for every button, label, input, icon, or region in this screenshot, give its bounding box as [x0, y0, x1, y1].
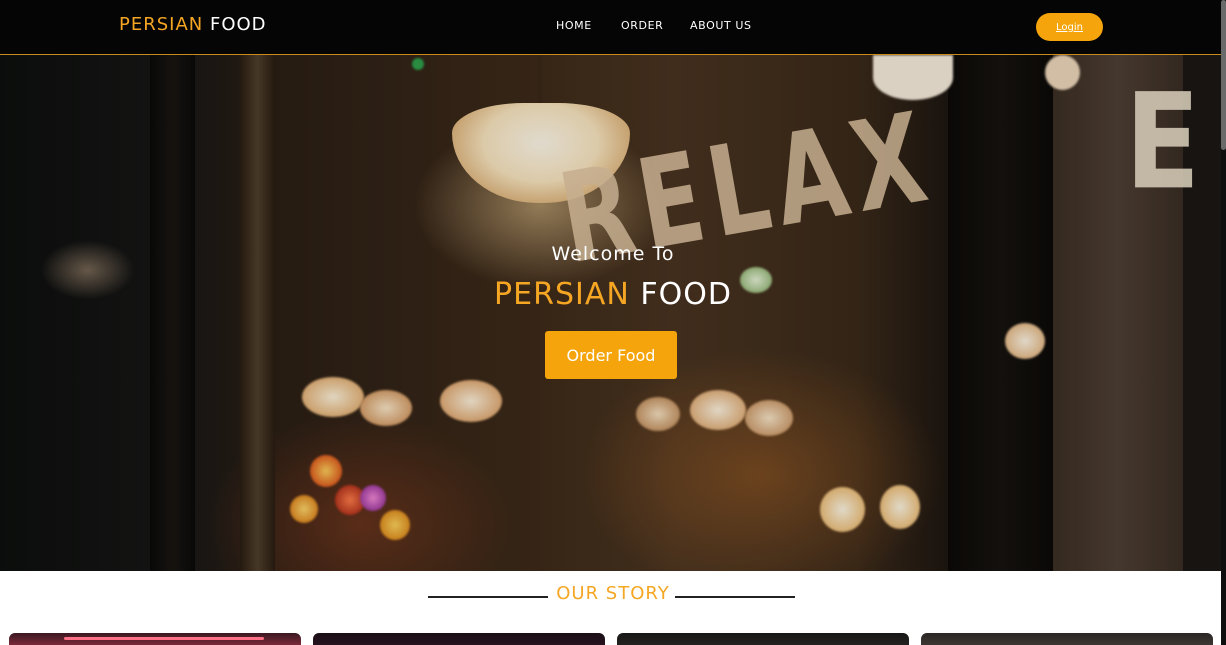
navbar: PERSIAN FOOD HOME ORDER ABOUT US Login — [0, 0, 1226, 55]
brand-part-food: FOOD — [209, 14, 267, 35]
story-card-2[interactable] — [313, 633, 605, 645]
our-story-heading: OUR STORY — [556, 583, 670, 604]
story-card-4[interactable] — [921, 633, 1213, 645]
nav-home[interactable]: HOME — [556, 19, 592, 32]
hero-welcome-text: Welcome To — [551, 243, 675, 265]
story-card-1[interactable] — [9, 633, 301, 645]
nav-order[interactable]: ORDER — [621, 19, 663, 32]
hero-title: PERSIAN FOOD — [0, 277, 1226, 312]
brand-logo[interactable]: PERSIAN FOOD — [119, 14, 267, 35]
neon-sign-icon — [64, 637, 264, 640]
login-button[interactable]: Login — [1036, 13, 1103, 41]
hero-title-persian: PERSIAN — [494, 277, 630, 312]
scrollbar-thumb[interactable] — [1221, 0, 1226, 150]
hero-dim-overlay — [0, 55, 1226, 571]
nav-about-us[interactable]: ABOUT US — [690, 19, 752, 32]
story-card-3[interactable] — [617, 633, 909, 645]
hero-title-food: FOOD — [640, 277, 732, 312]
hero-section: RELAX E Welcome To PERSIAN FOOD Order Fo… — [0, 55, 1226, 571]
order-food-button[interactable]: Order Food — [545, 331, 677, 379]
brand-part-persian: PERSIAN — [119, 14, 204, 35]
story-heading-line-right — [675, 596, 795, 598]
